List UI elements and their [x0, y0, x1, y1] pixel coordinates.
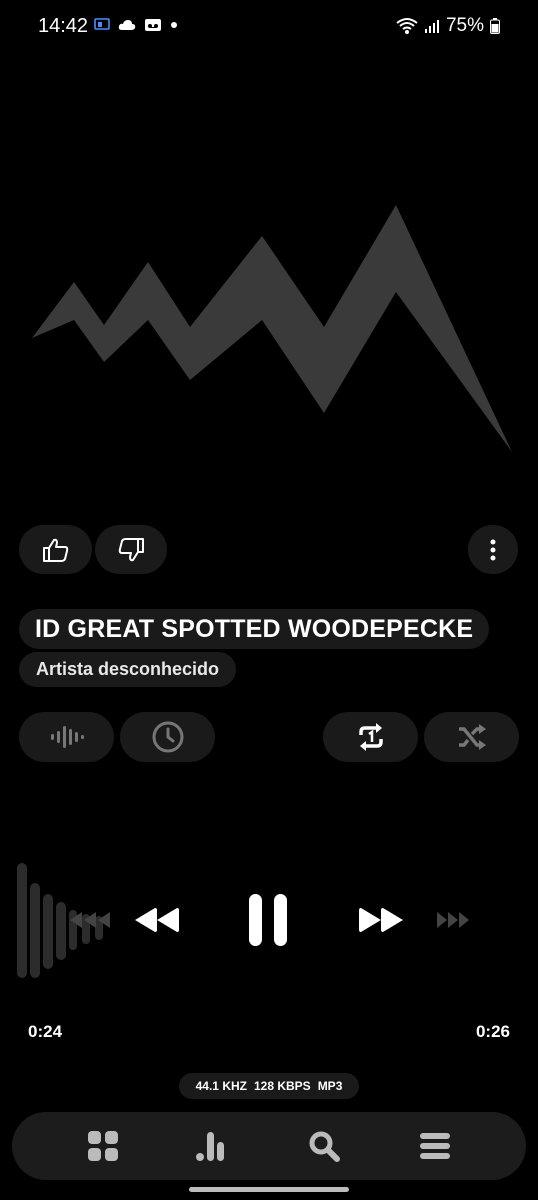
wifi-icon [396, 18, 418, 34]
track-title[interactable]: ID GREAT SPOTTED WOODEPECKE [19, 609, 490, 649]
bitrate: 128 KBPS [253, 1079, 311, 1093]
pause-button[interactable] [238, 888, 298, 952]
shuffle-icon [458, 724, 486, 750]
sleep-timer-button[interactable] [120, 712, 215, 762]
search-icon [309, 1131, 341, 1162]
voicemail-icon [145, 19, 161, 31]
elapsed-time: 0:24 [28, 1022, 63, 1041]
more-vertical-icon [490, 539, 496, 560]
dislike-button[interactable] [95, 525, 167, 574]
repeat-one-icon [358, 723, 383, 751]
status-time: 14:42 [38, 15, 89, 37]
clock-icon [152, 721, 183, 753]
seek-forward-faded-icon [437, 912, 469, 928]
home-indicator[interactable] [189, 1187, 349, 1192]
previous-button[interactable] [126, 895, 186, 945]
track-artist[interactable]: Artista desconhecido [19, 652, 237, 687]
battery-percent: 75% [445, 15, 484, 36]
audio-format-info[interactable]: 44.1 KHZ 128 KBPS MP3 [179, 1073, 359, 1099]
menu-icon [419, 1133, 450, 1159]
status-notification-icons [94, 18, 178, 32]
battery-icon [490, 18, 500, 34]
shuffle-button[interactable] [424, 712, 519, 762]
album-art [32, 205, 512, 452]
waveform-icon [50, 726, 84, 748]
codec: MP3 [317, 1079, 343, 1093]
screen-mirror-icon [94, 18, 110, 30]
thumbs-down-icon [118, 537, 144, 561]
repeat-button[interactable] [323, 712, 418, 762]
bottom-navigation [12, 1112, 526, 1180]
nav-menu[interactable] [405, 1116, 465, 1176]
remaining-time: 0:26 [475, 1022, 510, 1041]
pause-icon [249, 894, 287, 946]
more-options-button[interactable] [468, 525, 518, 574]
status-right-group: 75% [396, 15, 500, 37]
like-button[interactable] [19, 525, 92, 574]
cloud-icon [118, 20, 136, 30]
thumbs-up-icon [42, 538, 68, 562]
visualizer-button[interactable] [19, 712, 114, 762]
nav-stats[interactable] [184, 1116, 244, 1176]
signal-icon [424, 20, 439, 33]
seek-back-faded-icon [70, 912, 110, 928]
bar-chart-icon [195, 1132, 224, 1161]
nav-search[interactable] [294, 1116, 354, 1176]
nav-library[interactable] [73, 1116, 133, 1176]
sample-rate: 44.1 KHZ [195, 1079, 247, 1093]
fast-forward-icon [359, 908, 403, 932]
grid-icon [88, 1131, 119, 1161]
next-button[interactable] [352, 895, 412, 945]
rewind-icon [135, 908, 179, 932]
dot-icon [171, 22, 177, 28]
